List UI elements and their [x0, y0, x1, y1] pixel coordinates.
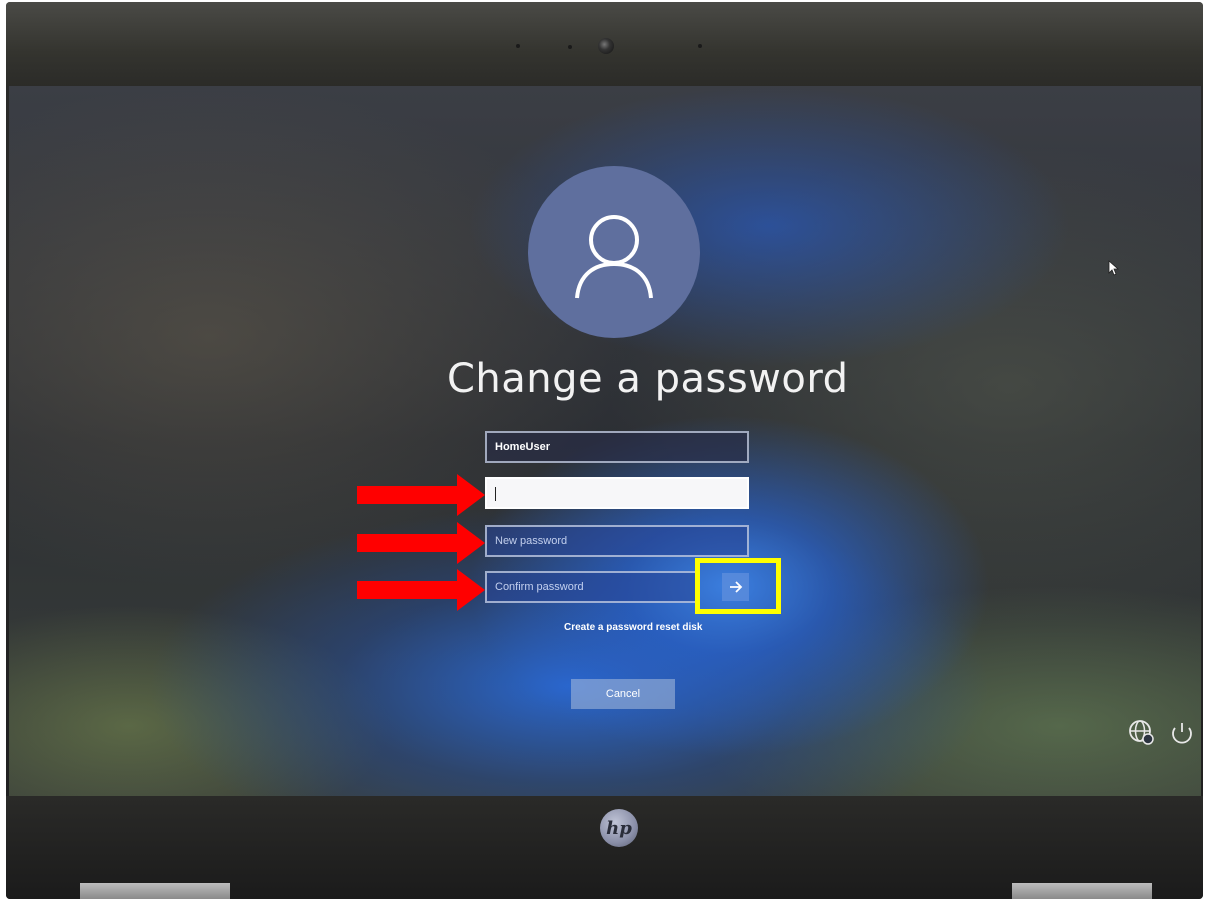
top-bezel: [6, 2, 1203, 86]
hinge: [80, 883, 230, 899]
bottom-bezel: hp: [6, 796, 1203, 899]
annotation-arrow: [357, 522, 485, 564]
text-caret: [495, 487, 496, 501]
reset-disk-link[interactable]: Create a password reset disk: [564, 622, 702, 633]
annotation-arrow: [357, 474, 485, 516]
confirm-password-input[interactable]: Confirm password: [485, 571, 697, 603]
page-title: Change a password: [447, 356, 849, 402]
highlight-box: [695, 558, 781, 614]
user-icon: [575, 215, 653, 299]
webcam: [598, 38, 614, 54]
sensor-dot: [698, 44, 702, 48]
hinge: [1012, 883, 1152, 899]
power-icon[interactable]: [1169, 720, 1195, 746]
user-avatar: [528, 166, 700, 338]
new-password-input[interactable]: New password: [485, 525, 749, 557]
network-icon[interactable]: [1127, 718, 1155, 746]
laptop-bezel: Change a password HomeUser New password …: [6, 2, 1203, 899]
annotation-arrow: [357, 569, 485, 611]
sensor-dot: [568, 45, 572, 49]
old-password-input[interactable]: [485, 477, 749, 509]
lock-screen: Change a password HomeUser New password …: [9, 86, 1201, 796]
sensor-dot: [516, 44, 520, 48]
mouse-cursor-icon: [1108, 260, 1120, 276]
cancel-button[interactable]: Cancel: [571, 679, 675, 709]
username-field: HomeUser: [485, 431, 749, 463]
hp-logo: hp: [600, 809, 638, 847]
